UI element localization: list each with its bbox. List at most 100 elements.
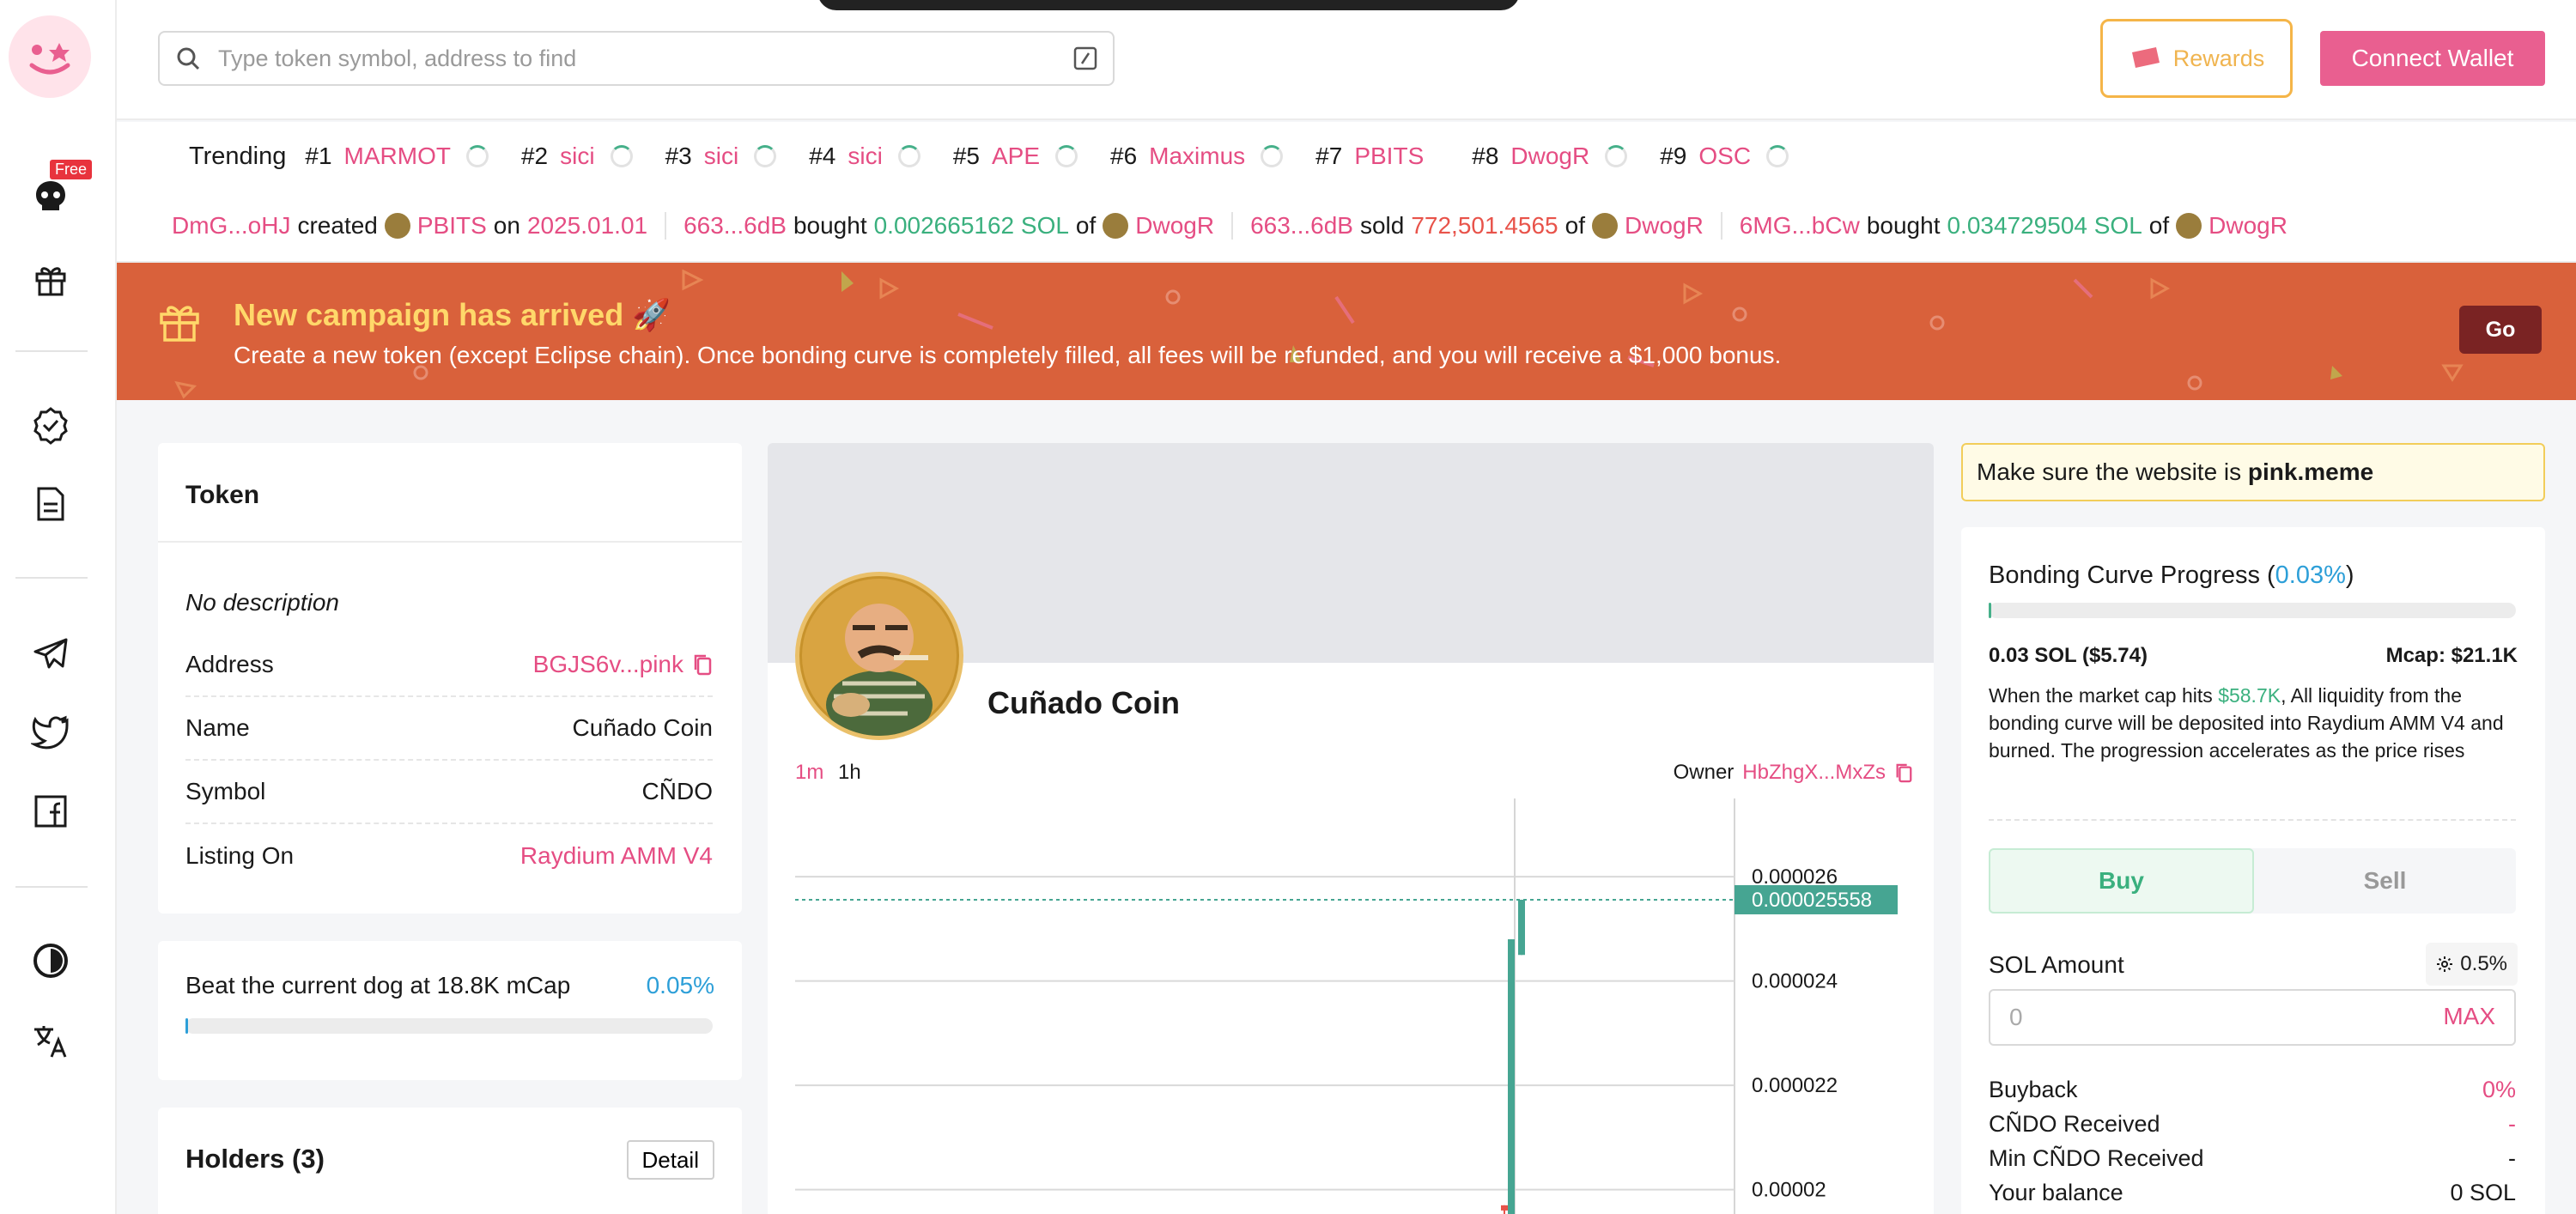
go-button[interactable]: Go	[2459, 306, 2542, 354]
activity-action: bought	[793, 212, 867, 239]
trending-rank: #8	[1472, 143, 1499, 169]
loading-spinner-icon	[897, 145, 920, 167]
desc-prefix: When the market cap hits	[1989, 684, 2213, 707]
trending-item[interactable]: #4 sici	[809, 143, 920, 170]
trending-item[interactable]: #3 sici	[665, 143, 777, 170]
activity-user[interactable]: 6MG...bCw	[1740, 212, 1860, 240]
slippage-value: 0.5%	[2460, 952, 2507, 975]
loading-spinner-icon	[465, 145, 489, 167]
activity-date: 2025.01.01	[526, 212, 648, 239]
row-label: Buyback	[1989, 1077, 2078, 1102]
activity-token[interactable]: DwogR	[1625, 212, 1704, 240]
trending-item[interactable]: #7 PBITS	[1315, 143, 1439, 170]
activity-amount: 772,501.4565	[1411, 212, 1558, 239]
buy-tab[interactable]: Buy	[1989, 848, 2254, 914]
coin-name: Cuñado Coin	[987, 685, 1180, 720]
sidebar-item-verified[interactable]	[26, 400, 76, 450]
activity-token[interactable]: DwogR	[2208, 212, 2287, 240]
search-box[interactable]	[158, 31, 1115, 86]
sidebar-item-docs[interactable]	[26, 479, 76, 529]
owner-address[interactable]: HbZhgX...MxZs	[1742, 761, 1886, 785]
language-toggle[interactable]	[26, 1017, 76, 1066]
window-notch	[817, 0, 1520, 10]
sell-tab[interactable]: Sell	[2254, 848, 2516, 914]
telegram-icon	[33, 638, 68, 669]
sidebar-item-gift[interactable]	[26, 254, 76, 304]
twitter-icon	[31, 715, 69, 750]
divider	[158, 541, 742, 543]
trending-label: Trending	[189, 142, 287, 170]
price-chart[interactable]: 0.0000260.0000240.0000220.000020.0000255…	[795, 798, 1908, 1214]
loading-spinner-icon	[1766, 145, 1789, 167]
beat-value: 0.05%	[646, 972, 714, 999]
token-info-card: Token No description Address BGJS6v...pi…	[158, 443, 742, 914]
address-value[interactable]: BGJS6v...pink	[533, 651, 683, 678]
detail-button[interactable]: Detail	[626, 1140, 714, 1180]
sidebar-item-skull[interactable]	[26, 172, 76, 222]
activity-token[interactable]: DwogR	[1135, 212, 1214, 240]
sidebar-item-telegram[interactable]	[26, 628, 76, 678]
token-avatar-icon	[1103, 213, 1129, 239]
trending-item[interactable]: #9 OSC	[1660, 143, 1789, 170]
row-value: CÑDO	[641, 778, 713, 804]
skull-icon	[36, 181, 65, 210]
loading-spinner-icon	[1605, 145, 1628, 167]
candle	[1518, 899, 1525, 956]
bonding-sol: 0.03 SOL ($5.74)	[1989, 644, 2148, 667]
activity-ticker: DmG...oHJ created PBITS on 2025.01.01 66…	[117, 191, 2576, 263]
bonding-title-suffix: )	[2345, 561, 2354, 589]
slippage-button[interactable]: 0.5%	[2426, 943, 2518, 986]
holders-card: Holders (3) Detail	[158, 1108, 742, 1214]
activity-user[interactable]: 663...6dB	[683, 212, 787, 240]
candle	[1508, 939, 1515, 1214]
sol-amount-input[interactable]	[1990, 1004, 2403, 1031]
trending-item[interactable]: #5 APE	[953, 143, 1078, 170]
max-button[interactable]: MAX	[2443, 1003, 2495, 1030]
trending-rank: #9	[1660, 143, 1687, 169]
activity-item: 6MG...bCw bought 0.034729504 SOL of Dwog…	[1740, 212, 2305, 240]
address-value-group[interactable]: BGJS6v...pink	[533, 651, 713, 678]
campaign-banner: New campaign has arrived 🚀 Create a new …	[117, 263, 2576, 400]
token-description: No description	[185, 589, 339, 616]
token-avatar-icon	[1591, 213, 1618, 239]
trending-rank: #4	[809, 143, 836, 169]
logo[interactable]	[9, 15, 91, 98]
search-input[interactable]	[218, 45, 1042, 72]
owner-info: Owner HbZhgX...MxZs	[1674, 761, 1913, 785]
trending-item[interactable]: #8 DwogR	[1472, 143, 1628, 170]
activity-action: created	[297, 212, 378, 239]
copy-icon[interactable]	[1894, 762, 1913, 784]
timeframe-1h[interactable]: 1h	[838, 761, 861, 785]
rewards-button[interactable]: Rewards	[2100, 19, 2293, 98]
sol-amount-field[interactable]: MAX	[1989, 989, 2516, 1046]
sidebar-item-facebook[interactable]	[26, 786, 76, 836]
row-value: Cuñado Coin	[572, 714, 713, 741]
trending-rank: #5	[952, 143, 980, 169]
y-tick-label: 0.00002	[1752, 1179, 1826, 1202]
connect-wallet-button[interactable]: Connect Wallet	[2320, 31, 2545, 86]
trending-item[interactable]: #2 sici	[521, 143, 633, 170]
gear-icon	[2437, 956, 2453, 972]
activity-mid: on	[493, 212, 520, 239]
listing-value[interactable]: Raydium AMM V4	[520, 842, 713, 870]
activity-of: of	[1075, 212, 1097, 239]
row-label: Listing On	[185, 842, 295, 869]
trending-item[interactable]: #6 Maximus	[1110, 143, 1284, 170]
activity-user[interactable]: 663...6dB	[1250, 212, 1353, 240]
theme-toggle[interactable]	[26, 936, 76, 986]
timeframe-1m[interactable]: 1m	[795, 761, 823, 785]
coin-image	[795, 572, 963, 740]
activity-user[interactable]: DmG...oHJ	[172, 212, 290, 240]
trending-rank: #3	[665, 143, 692, 169]
document-icon	[37, 487, 64, 521]
sidebar-divider	[15, 577, 88, 579]
bonding-percent: 0.03%	[2275, 561, 2346, 589]
loading-spinner-icon	[1055, 145, 1078, 167]
copy-icon[interactable]	[692, 653, 713, 677]
sidebar-item-twitter[interactable]	[26, 707, 76, 757]
activity-token[interactable]: PBITS	[417, 212, 487, 240]
gift-icon	[160, 306, 199, 342]
ticket-icon	[2131, 47, 2160, 68]
token-row-name: Name Cuñado Coin	[185, 697, 713, 761]
trending-item[interactable]: #1 MARMOT	[305, 143, 489, 170]
